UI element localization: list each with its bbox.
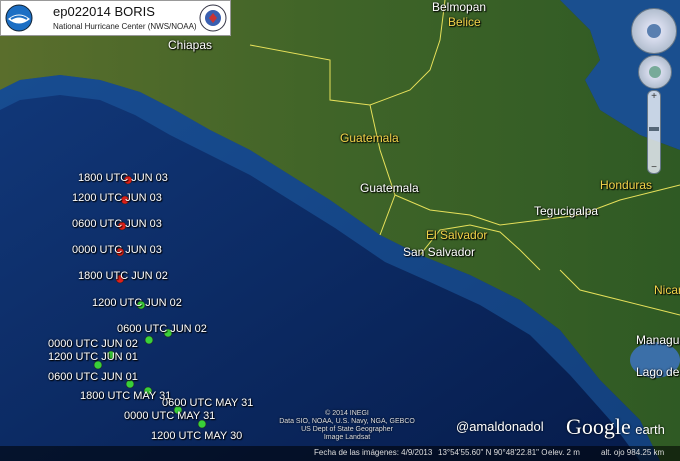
info-box: ep022014 BORIS National Hurricane Center… bbox=[0, 0, 231, 36]
track-point[interactable] bbox=[144, 335, 154, 345]
eye-icon bbox=[647, 24, 661, 38]
place-tegucigalpa: Tegucigalpa bbox=[534, 204, 599, 218]
track-point-label: 1200 UTC MAY 30 bbox=[151, 430, 243, 442]
zoom-in-icon[interactable]: + bbox=[648, 91, 660, 102]
place-chiapas: Chiapas bbox=[168, 38, 213, 52]
track-point-label: 1200 UTC JUN 02 bbox=[92, 297, 182, 309]
place-honduras: Honduras bbox=[600, 178, 653, 192]
elevation: elev. 2 m bbox=[548, 448, 580, 457]
nws-logo bbox=[199, 4, 227, 32]
track-point-label: 0600 UTC JUN 01 bbox=[48, 371, 138, 383]
track-point-label: 1800 UTC JUN 03 bbox=[78, 172, 168, 184]
coordinates: 13°54'55.60" N 90°48'22.81" O bbox=[438, 448, 548, 457]
hand-icon bbox=[649, 66, 661, 78]
place-nicaragua: Nicar bbox=[654, 283, 680, 297]
place-belmopan: Belmopan bbox=[432, 0, 487, 14]
track-point-label: 0600 UTC MAY 31 bbox=[162, 397, 254, 409]
track-point-label: 1200 UTC JUN 03 bbox=[72, 192, 162, 204]
move-control[interactable] bbox=[638, 55, 672, 89]
track-point-label: 0600 UTC JUN 02 bbox=[117, 323, 207, 335]
eye-altitude: alt. ojo 984.25 km bbox=[601, 448, 665, 457]
track-point-label: 1800 UTC JUN 02 bbox=[78, 270, 168, 282]
place-el-salvador: El Salvador bbox=[426, 228, 488, 242]
track-point-label: 0000 UTC MAY 31 bbox=[124, 410, 216, 422]
place-lago: Lago de bbox=[636, 365, 680, 379]
zoom-handle[interactable] bbox=[649, 127, 659, 131]
storm-subtitle: National Hurricane Center (NWS/NOAA) bbox=[53, 22, 197, 31]
map-credits: © 2014 INEGI Data SIO, NOAA, U.S. Navy, … bbox=[279, 410, 415, 441]
place-guatemala-city: Guatemala bbox=[360, 181, 419, 195]
watermark: @amaldonadol bbox=[456, 419, 544, 434]
status-bar: Fecha de las imágenes: 4/9/2013 13°54'55… bbox=[0, 446, 680, 461]
track-point-label: 0000 UTC JUN 03 bbox=[72, 244, 162, 256]
place-belize: Belice bbox=[448, 15, 481, 29]
place-managua: Managua bbox=[636, 333, 680, 347]
track-point-label: 0000 UTC JUN 02 bbox=[48, 338, 138, 350]
zoom-out-icon[interactable]: − bbox=[648, 162, 660, 173]
google-earth-logo: Google earth bbox=[566, 414, 665, 439]
track-point-label: 1800 UTC MAY 31 bbox=[80, 390, 172, 402]
zoom-slider[interactable]: + − bbox=[647, 90, 661, 174]
imagery-date: Fecha de las imágenes: 4/9/2013 bbox=[314, 448, 433, 457]
place-guatemala-country: Guatemala bbox=[340, 131, 399, 145]
track-point-label: 1200 UTC JUN 01 bbox=[48, 351, 138, 363]
look-control[interactable] bbox=[631, 8, 677, 54]
place-san-salvador: San Salvador bbox=[403, 245, 476, 259]
noaa-logo bbox=[5, 4, 33, 32]
track-point-label: 0600 UTC JUN 03 bbox=[72, 218, 162, 230]
storm-title: ep022014 BORIS bbox=[53, 4, 155, 19]
